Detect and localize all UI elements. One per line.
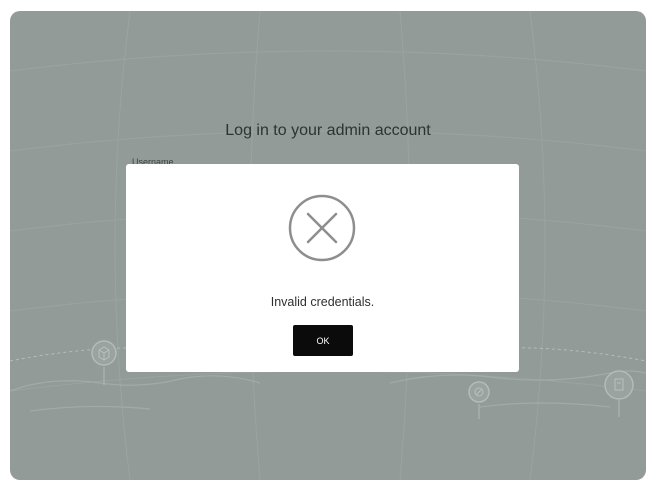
map-pin-right — [604, 370, 634, 417]
error-message: Invalid credentials. — [270, 295, 375, 309]
error-dialog: Invalid credentials. OK — [126, 164, 519, 372]
map-pin-left — [91, 340, 117, 385]
map-pin-middle — [468, 381, 490, 419]
login-title: Log in to your admin account — [225, 122, 431, 139]
ok-button[interactable]: OK — [293, 325, 353, 356]
error-circle-x-icon — [288, 194, 356, 262]
